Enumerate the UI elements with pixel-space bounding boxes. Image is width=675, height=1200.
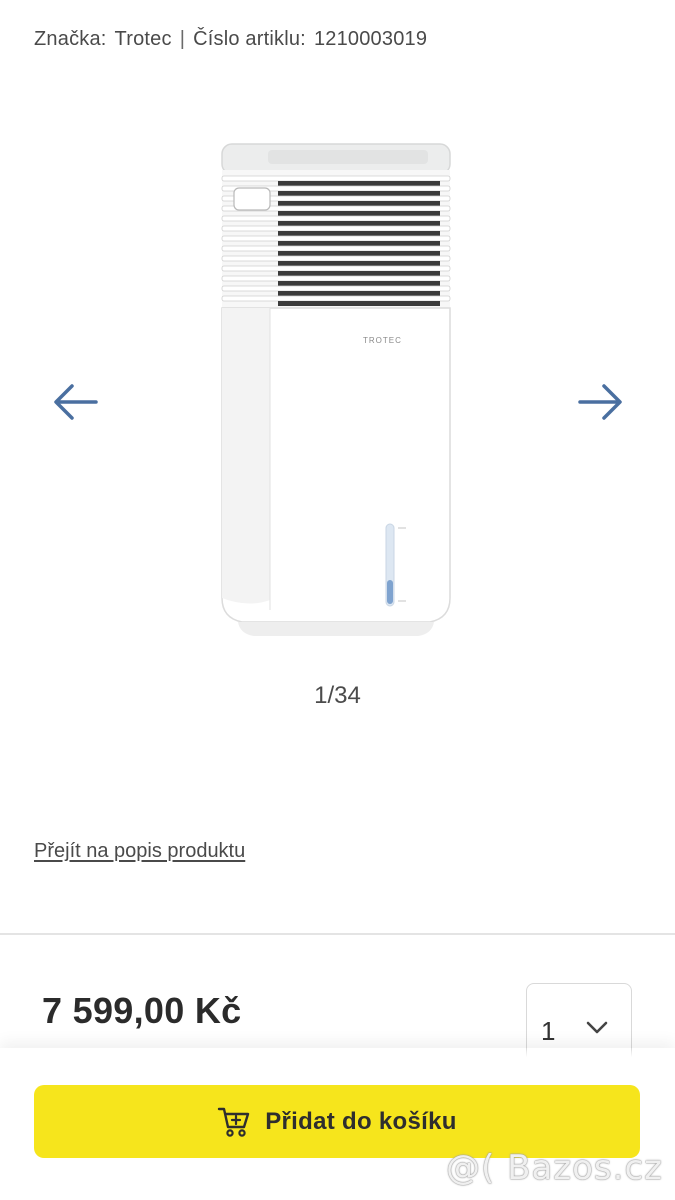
product-image[interactable]: TROTEC [208, 140, 468, 640]
product-gallery: TROTEC [0, 120, 675, 660]
article-label: Číslo artiklu: [193, 28, 306, 50]
grille-slat [221, 215, 451, 222]
product-meta: Značka: Trotec | Číslo artiklu: 1210003019 [34, 28, 427, 51]
grille-gap [278, 221, 440, 226]
grille-slat [221, 265, 451, 272]
grille-slat [221, 275, 451, 282]
grille-slat [221, 295, 451, 302]
brand-value: Trotec [114, 28, 172, 50]
article-value: 1210003019 [313, 28, 428, 50]
gallery-prev-button[interactable] [50, 380, 100, 424]
grille-gap [278, 271, 440, 276]
grille-gap [278, 231, 440, 236]
grille-gap [278, 301, 440, 306]
product-description-link[interactable]: Přejít na popis produktu [34, 840, 245, 863]
arrow-right-icon [578, 384, 622, 420]
cart-icon [218, 1107, 250, 1137]
product-price: 7 599,00 Kč [42, 990, 242, 1031]
grille-gap [278, 181, 440, 186]
grille-gap [278, 281, 440, 286]
gallery-next-button[interactable] [576, 380, 626, 424]
brand-label: Značka: [34, 28, 107, 50]
grille-slat [221, 235, 451, 242]
grille-slat [221, 285, 451, 292]
quantity-value: 1 [541, 1016, 556, 1046]
grille-gap [278, 241, 440, 246]
grille-slat [221, 225, 451, 232]
grille-slat [221, 175, 451, 182]
arrow-left-icon [54, 384, 98, 420]
meta-separator: | [179, 28, 186, 50]
grille-gap [278, 191, 440, 196]
grille-slat [221, 245, 451, 252]
section-divider [0, 933, 675, 935]
grille-slat [221, 255, 451, 262]
product-brand-text: TROTEC [363, 336, 402, 345]
gallery-counter: 1/34 [314, 682, 361, 709]
grille-gap [278, 251, 440, 256]
grille-gap [278, 261, 440, 266]
chevron-down-icon [586, 1021, 608, 1034]
grille-gap [278, 201, 440, 206]
grille-gap [278, 291, 440, 296]
add-to-cart-label: Přidat do košíku [265, 1107, 457, 1135]
watermark: @( Bazos.cz [446, 1148, 663, 1188]
grille-gap [278, 211, 440, 216]
